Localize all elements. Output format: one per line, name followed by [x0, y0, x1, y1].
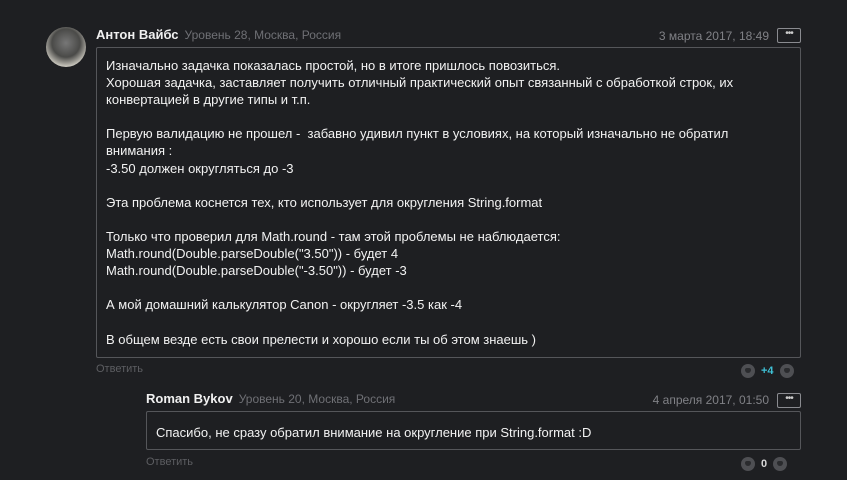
- comment-line: [106, 177, 800, 194]
- author-meta: Уровень 28, Москва, Россия: [184, 28, 342, 42]
- comment-line: А мой домашний калькулятор Canon - округ…: [106, 297, 463, 313]
- score: 0: [761, 458, 768, 470]
- downvote-icon[interactable]: [741, 457, 755, 471]
- comment-line: Изначально задачка показалась простой, н…: [106, 58, 561, 73]
- comment-date: 3 марта 2017, 18:49: [658, 29, 769, 43]
- upvote-icon[interactable]: [779, 364, 794, 378]
- comment-header: Антон Вайбс Уровень 28, Москва, Россия: [96, 27, 341, 42]
- comment-line: -3.50 должен округляться до -3: [106, 160, 294, 176]
- comment-line: Эта проблема коснется тех, кто используе…: [106, 194, 543, 210]
- comment-line: Math.round(Double.parseDouble("3.50")) -…: [106, 246, 399, 262]
- reply-text: Спасибо, не сразу обратил внимание на ок…: [156, 425, 592, 440]
- comment-line: [106, 313, 800, 330]
- comment-line: Первую валидацию не прошел - забавно уди…: [106, 126, 729, 142]
- comment-line: Только что проверил для Math.round - там…: [106, 228, 561, 244]
- reply-button[interactable]: Ответить: [146, 456, 193, 468]
- comment-line: конвертацией в другие типы и т.п.: [106, 92, 311, 108]
- reply-body: Спасибо, не сразу обратил внимание на ок…: [146, 411, 801, 450]
- comment-line: В общем везде есть свои прелести и хорош…: [106, 331, 536, 347]
- author-name[interactable]: Roman Bykov: [146, 391, 233, 406]
- avatar[interactable]: [46, 27, 86, 67]
- comment-line: внимания :: [106, 143, 173, 159]
- upvote-icon[interactable]: [773, 457, 788, 471]
- author-name[interactable]: Антон Вайбс: [96, 27, 179, 42]
- comment-line: Math.round(Double.parseDouble("-3.50")) …: [106, 263, 407, 279]
- downvote-icon[interactable]: [741, 364, 755, 378]
- comment-line: [106, 279, 800, 296]
- reply-date: 4 апреля 2017, 01:50: [652, 393, 769, 407]
- reply-header: Roman Bykov Уровень 20, Москва, Россия: [146, 391, 395, 406]
- score: +4: [761, 365, 774, 377]
- vote-controls: 0: [741, 457, 788, 471]
- more-options-button[interactable]: •••: [777, 393, 801, 408]
- author-meta: Уровень 20, Москва, Россия: [238, 392, 396, 406]
- reply-button[interactable]: Ответить: [96, 363, 143, 375]
- comment-line: [106, 211, 800, 228]
- comment-line: [106, 108, 800, 125]
- more-options-button[interactable]: •••: [777, 28, 801, 43]
- comment-body: Изначально задачка показалась простой, н…: [96, 47, 801, 358]
- vote-controls: +4: [741, 364, 794, 378]
- comment-line: Хорошая задачка, заставляет получить отл…: [106, 75, 734, 91]
